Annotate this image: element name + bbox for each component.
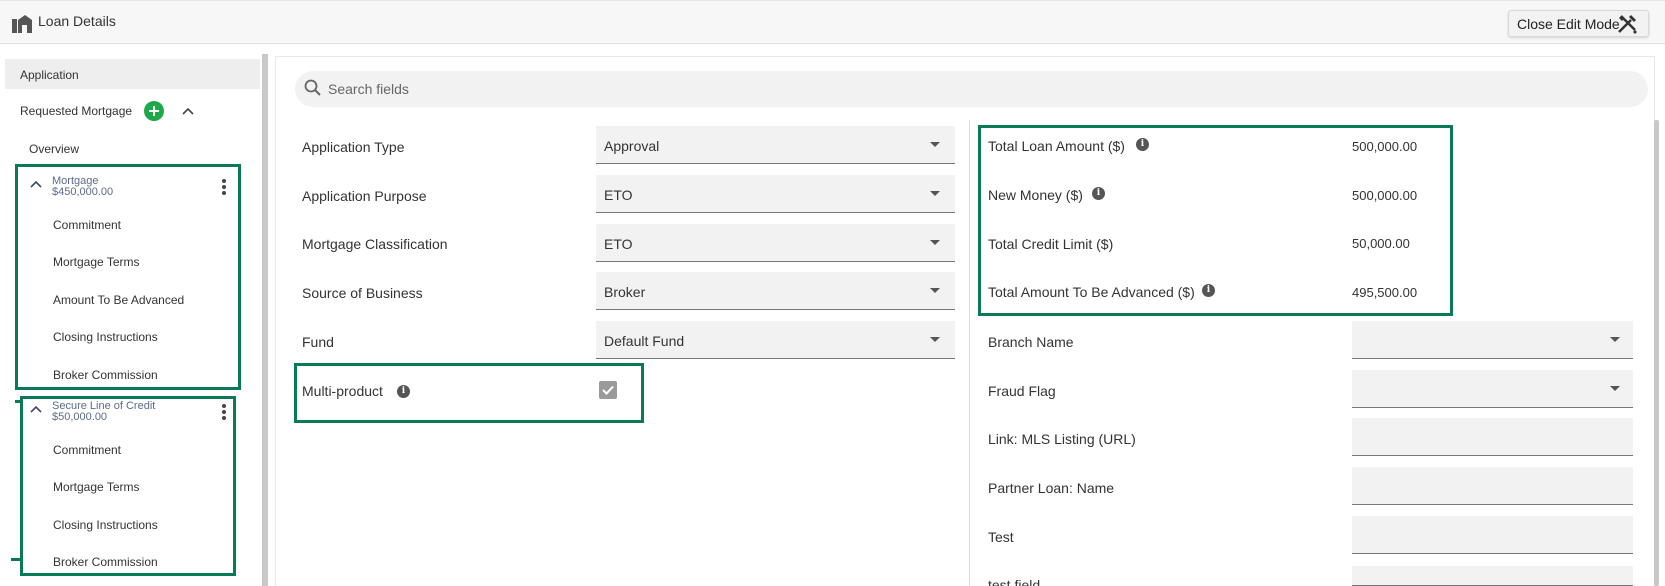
sidebar-item-closing-instructions[interactable]: Closing Instructions [53,518,158,532]
app-header: Loan Details Close Edit Mode [0,0,1665,44]
sidebar-item-broker-commission[interactable]: Broker Commission [53,368,158,382]
select-value: ETO [604,187,633,203]
chevron-up-icon[interactable] [181,104,195,118]
sidebar-scrollbar[interactable] [262,54,268,586]
total-loan-amount-value: 500,000.00 [1352,139,1418,154]
dropdown-arrow-icon [1610,386,1620,391]
multi-product-checkbox[interactable] [599,381,617,399]
fraud-flag-select[interactable] [1352,370,1633,408]
dropdown-arrow-icon [930,142,940,147]
main-scrollbar[interactable] [1654,120,1659,586]
connector-mark [11,558,21,561]
field-label-partner-loan-name: Partner Loan: Name [988,480,1115,496]
sidebar-item-requested-mortgage[interactable]: Requested Mortgage [20,104,132,118]
dropdown-arrow-icon [930,288,940,293]
field-label-source-of-business: Source of Business [302,285,423,301]
select-value: Approval [604,138,660,154]
mortgage-group-highlight [15,164,241,390]
partner-loan-name-input[interactable] [1352,467,1633,505]
field-label-fund: Fund [302,334,334,350]
mls-listing-url-input[interactable] [1352,418,1633,456]
field-label-application-purpose: Application Purpose [302,188,427,204]
sidebar-item-overview[interactable]: Overview [29,142,79,156]
new-money-value: 500,000.00 [1352,188,1418,203]
dropdown-arrow-icon [930,191,940,196]
close-edit-mode-label: Close Edit Mode [1517,16,1620,32]
mortgage-classification-select[interactable]: ETO [596,224,955,262]
chevron-up-icon[interactable] [29,402,43,416]
application-type-select[interactable]: Approval [596,126,955,164]
sidebar-item-broker-commission[interactable]: Broker Commission [53,555,158,569]
add-product-icon[interactable] [144,101,164,121]
select-value: Broker [604,284,646,300]
checkmark-icon [602,385,614,395]
field-label-new-money: New Money ($) [988,187,1083,203]
field-label-branch-name: Branch Name [988,334,1074,350]
sidebar-item-application[interactable]: Application [5,59,260,89]
dropdown-arrow-icon [930,240,940,245]
info-icon[interactable]: i [397,385,410,398]
sidebar-item-mortgage-terms[interactable]: Mortgage Terms [53,255,139,269]
dropdown-arrow-icon [1610,337,1620,342]
test-input[interactable] [1352,516,1633,554]
info-icon[interactable]: i [1202,284,1215,297]
field-label-application-type: Application Type [302,139,405,155]
sidebar-item-amount-to-be-advanced[interactable]: Amount To Be Advanced [53,293,184,307]
field-label-multi-product: Multi-product [302,383,383,399]
info-icon[interactable]: i [1092,187,1105,200]
field-label-total-credit-limit: Total Credit Limit ($) [988,236,1114,252]
sidebar-item-mortgage-terms[interactable]: Mortgage Terms [53,480,139,494]
house-logo-icon [12,15,32,33]
test-field-input[interactable] [1352,566,1633,586]
select-value: ETO [604,236,633,252]
field-label-test-field: test field [988,577,1041,586]
search-icon [304,79,321,96]
branch-name-select[interactable] [1352,321,1633,359]
product-amount: $50,000.00 [52,411,108,423]
sidebar-item-commitment[interactable]: Commitment [53,443,121,457]
source-of-business-select[interactable]: Broker [596,272,955,310]
sidebar-item-label: Application [20,68,79,82]
chevron-up-icon[interactable] [29,177,43,191]
info-icon[interactable]: i [1136,138,1149,151]
close-edit-mode-button[interactable]: Close Edit Mode [1508,10,1649,37]
fund-select[interactable]: Default Fund [596,321,955,359]
more-options-icon[interactable] [221,403,227,421]
sidebar-item-closing-instructions[interactable]: Closing Instructions [53,330,158,344]
page-title: Loan Details [38,13,116,29]
sidebar-item-commitment[interactable]: Commitment [53,218,121,232]
dropdown-arrow-icon [930,337,940,342]
total-amount-to-be-advanced-value: 495,500.00 [1352,285,1418,300]
search-input[interactable] [328,77,1628,101]
product-amount: $450,000.00 [52,186,114,198]
field-label-total-amount-to-be-advanced: Total Amount To Be Advanced ($) [988,284,1195,300]
application-purpose-select[interactable]: ETO [596,175,955,213]
search-bar [295,71,1648,107]
more-options-icon[interactable] [221,178,227,196]
tools-icon [1618,15,1637,34]
field-label-fraud-flag: Fraud Flag [988,383,1056,399]
column-divider [969,120,970,586]
field-label-mortgage-classification: Mortgage Classification [302,236,448,252]
total-credit-limit-value: 50,000.00 [1352,236,1410,251]
select-value: Default Fund [604,333,685,349]
field-label-test: Test [988,529,1014,545]
field-label-total-loan-amount: Total Loan Amount ($) [988,138,1125,154]
field-label-mls-listing-url: Link: MLS Listing (URL) [988,431,1136,447]
